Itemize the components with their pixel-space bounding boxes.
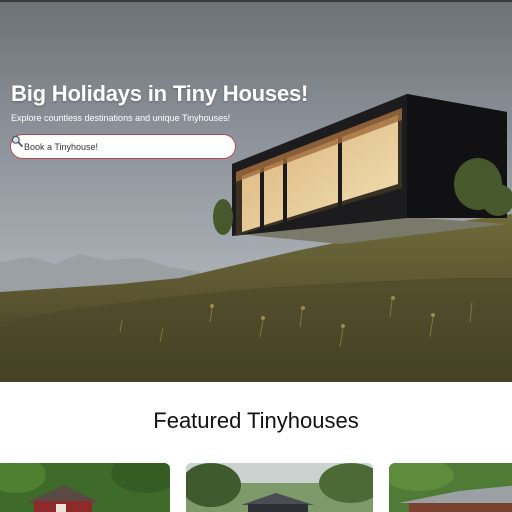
card-image-red-cabin: [0, 463, 170, 512]
search-button[interactable]: [11, 135, 225, 157]
hero-section: Big Holidays in Tiny Houses! Explore cou…: [0, 2, 512, 382]
featured-card-3[interactable]: [389, 463, 512, 512]
search-bar: [10, 134, 236, 159]
search-input[interactable]: [22, 140, 205, 153]
featured-card-1[interactable]: [0, 463, 170, 512]
featured-card-2[interactable]: [186, 463, 373, 512]
featured-heading: Featured Tinyhouses: [153, 408, 359, 433]
card-image-dark-cabin: [186, 463, 373, 512]
hero-image: [0, 2, 512, 382]
hero-title: Big Holidays in Tiny Houses!: [11, 81, 309, 106]
hero-subtitle: Explore countless destinations and uniqu…: [11, 113, 231, 123]
card-image-metal-roof-cabin: [389, 463, 512, 512]
magnifier-icon: [11, 135, 23, 147]
